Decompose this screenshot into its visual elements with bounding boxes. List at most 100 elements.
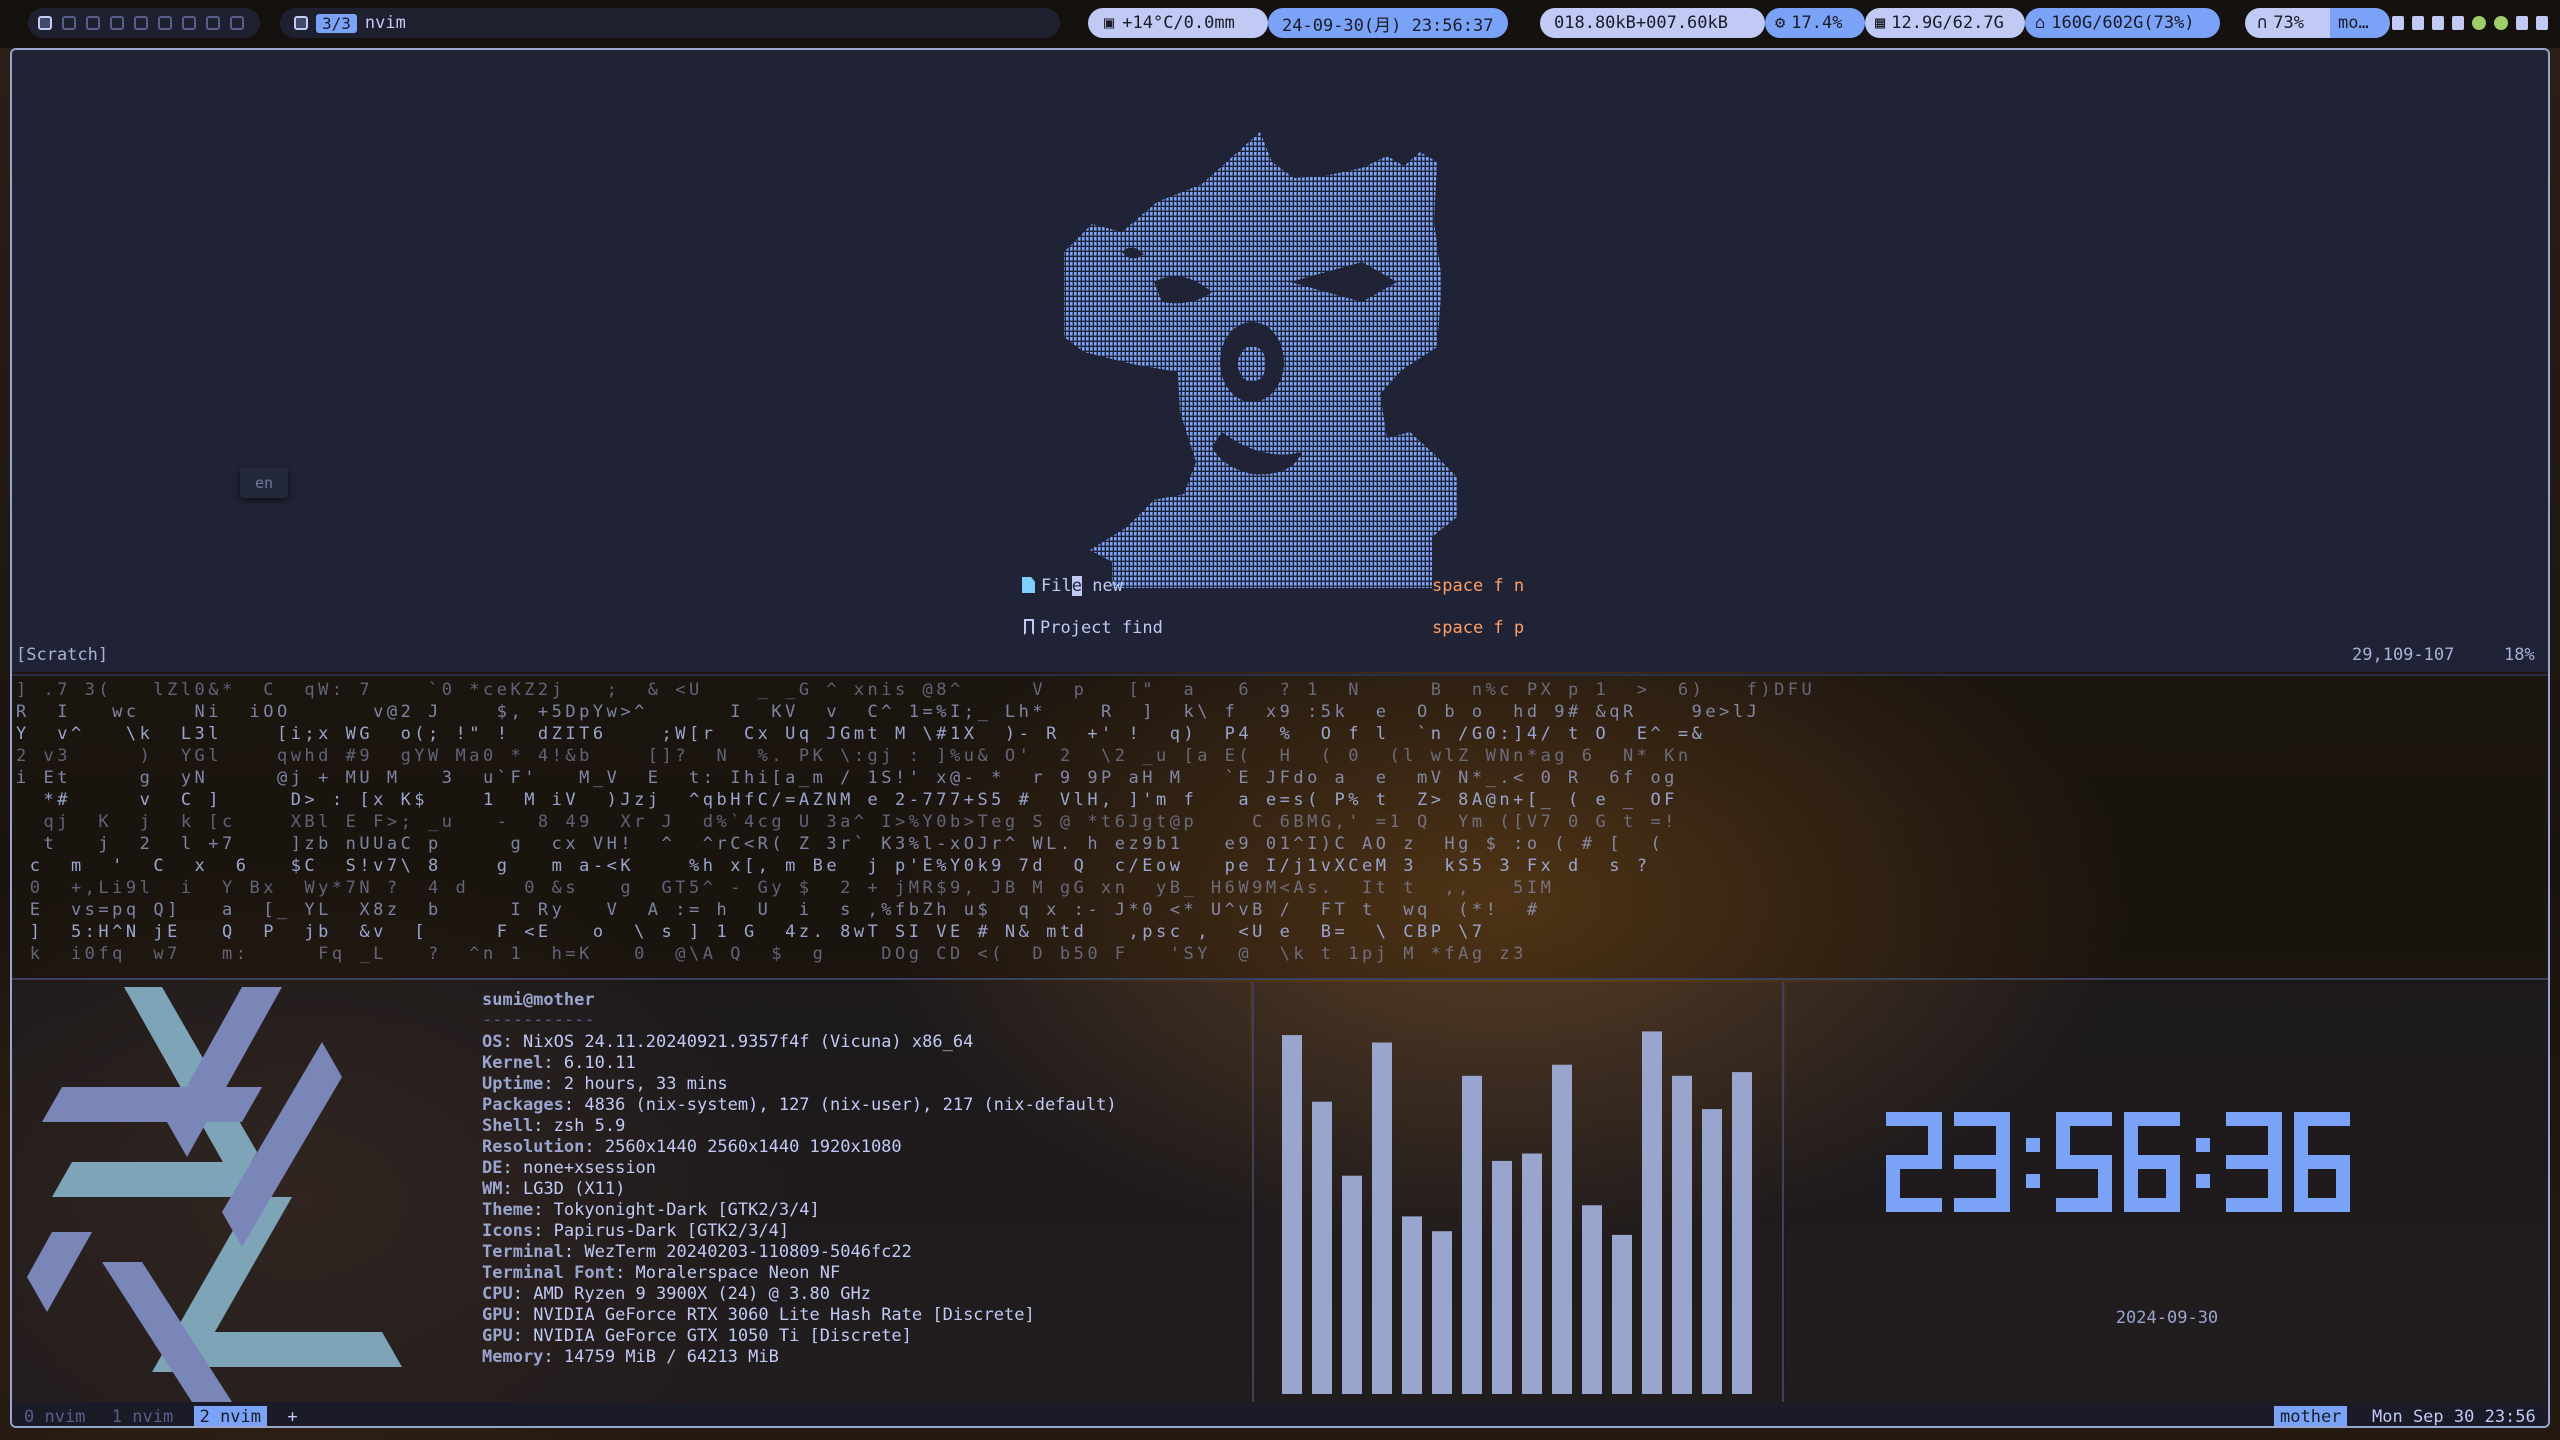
- disk-widget[interactable]: ⌂ 160G/602G(73%): [2025, 8, 2220, 38]
- top-status-bar: 3/3 nvim ▣ +14°C/0.0mm 24-09-30(月) 23:56…: [0, 0, 2560, 48]
- input-method-indicator: en: [240, 468, 288, 498]
- clock-colon: [2196, 1138, 2210, 1152]
- fetch-info-line: OS: NixOS 24.11.20240921.9357f4f (Vicuna…: [482, 1032, 974, 1052]
- workspace-icon[interactable]: [110, 16, 124, 30]
- memory-widget[interactable]: ▦ 12.9G/62.7G: [1865, 8, 2025, 38]
- audio-visualizer-pane[interactable]: [1252, 982, 1784, 1402]
- workspace-icon[interactable]: [182, 16, 196, 30]
- battery-icon[interactable]: [2392, 16, 2404, 30]
- clock-segment: [2226, 1198, 2282, 1212]
- visualizer-bar: [1732, 1072, 1752, 1394]
- weather-widget[interactable]: ▣ +14°C/0.0mm: [1088, 8, 1268, 38]
- fetch-key: Terminal: [482, 1242, 564, 1262]
- fetch-key: WM: [482, 1179, 503, 1199]
- date-widget[interactable]: 24-09-30(月) 23:56:37: [1268, 8, 1508, 38]
- fetch-value: WezTerm 20240203-110809-5046fc22: [584, 1242, 912, 1262]
- weather-icon: ▣: [1104, 13, 1115, 33]
- fetch-value: 2560x1440 2560x1440 1920x1080: [604, 1137, 902, 1157]
- fetch-info-line: Theme: Tokyonight-Dark [GTK2/3/4]: [482, 1200, 820, 1220]
- fetch-info-line: Terminal Font: Moralerspace Neon NF: [482, 1263, 841, 1283]
- workspace-icon[interactable]: [158, 16, 172, 30]
- clock-date: 2024-09-30: [2115, 1308, 2219, 1328]
- layout-icon: [294, 16, 308, 30]
- matrix-row: *# v C ] D> : [x K$ 1 M iV )Jzj ^qbHfC/=…: [16, 790, 1678, 810]
- tmux-new-window[interactable]: +: [281, 1406, 303, 1426]
- clock-segment: [2268, 1112, 2282, 1162]
- workspace-icon[interactable]: [38, 16, 52, 30]
- status-icon[interactable]: [2494, 16, 2508, 30]
- fetch-key: DE: [482, 1158, 503, 1178]
- fetch-info-line: GPU: NVIDIA GeForce GTX 1050 Ti [Discret…: [482, 1326, 912, 1346]
- status-icon[interactable]: [2472, 16, 2486, 30]
- clock-segment: [2124, 1112, 2138, 1162]
- display-icon[interactable]: [2412, 16, 2424, 30]
- fetch-key: Icons: [482, 1221, 534, 1241]
- bluetooth-icon[interactable]: [2432, 16, 2444, 30]
- tmux-window-tab[interactable]: 1 nvim: [106, 1406, 179, 1426]
- fetch-value: NVIDIA GeForce GTX 1050 Ti [Discrete]: [533, 1326, 912, 1346]
- fetch-info-line: Packages: 4836 (nix-system), 127 (nix-us…: [482, 1095, 1117, 1115]
- clock-segment: [1928, 1112, 1942, 1162]
- clock-pane[interactable]: 2024-09-30: [1786, 982, 2548, 1402]
- clock-time: [1886, 1112, 2350, 1212]
- fetch-key: OS: [482, 1032, 503, 1052]
- window-title-pill[interactable]: 3/3 nvim: [280, 8, 1060, 38]
- fetch-value: 4836 (nix-system), 127 (nix-user), 217 (…: [584, 1095, 1117, 1115]
- fetch-key: Memory: [482, 1347, 544, 1367]
- fetch-value: Moralerspace Neon NF: [635, 1263, 841, 1283]
- ascii-art-logo: [1064, 132, 1457, 588]
- tmux-window-tab[interactable]: 2 nvim: [193, 1406, 268, 1426]
- bookmark-icon: [1024, 619, 1034, 635]
- separator: -----------: [482, 1010, 595, 1030]
- nvim-pane[interactable]: File new space f n Project find space f …: [12, 50, 2548, 672]
- dashboard-item-project-find[interactable]: Project find: [1024, 618, 1163, 638]
- dashboard-item-file-new[interactable]: File new: [1022, 576, 1123, 596]
- visualizer-bar: [1552, 1064, 1572, 1394]
- workspace-icon[interactable]: [62, 16, 76, 30]
- fetch-value: 6.10.11: [563, 1053, 636, 1073]
- matrix-row: Y v^ \k L3l [i;x WG o(; !" ! dZIT6 ;W[r …: [16, 724, 1706, 744]
- fetch-value: 14759 MiB / 64213 MiB: [563, 1347, 779, 1367]
- visualizer-bar: [1582, 1205, 1602, 1394]
- network-widget[interactable]: 018.80kB+007.60kB: [1540, 8, 1765, 38]
- fetch-info-line: WM: LG3D (X11): [482, 1179, 626, 1199]
- visualizer-bar: [1672, 1075, 1692, 1394]
- fetch-key: Resolution: [482, 1137, 585, 1157]
- fetch-key: Terminal Font: [482, 1263, 616, 1283]
- workspace-icon[interactable]: [206, 16, 220, 30]
- cpu-widget[interactable]: ⚙ 17.4%: [1765, 8, 1865, 38]
- visualizer-bar: [1342, 1175, 1362, 1394]
- clock-digits: [1886, 1112, 2350, 1212]
- power-icon[interactable]: [2536, 16, 2548, 30]
- matrix-row: t j 2 l +7 ]zb nUUaC p g cx VH! ^ ^rC<R(…: [16, 834, 1665, 854]
- workspace-switcher[interactable]: [28, 8, 260, 38]
- clock-segment: [2056, 1112, 2070, 1162]
- visualizer-bar: [1462, 1075, 1482, 1394]
- fetch-info-line: Terminal: WezTerm 20240203-110809-5046fc…: [482, 1242, 912, 1262]
- dashboard-key-project-find: space f p: [1432, 618, 1525, 638]
- focused-title: mo…: [2338, 13, 2369, 33]
- workspace-icon[interactable]: [134, 16, 148, 30]
- terminal-window[interactable]: File new space f n Project find space f …: [10, 48, 2550, 1428]
- clock-segment: [1954, 1198, 2010, 1212]
- matrix-rain-pane[interactable]: ] .7 3( lZl0&* C qW: 7 `0 *ceKZ2j ; & <U…: [12, 674, 2548, 980]
- workspace-icon[interactable]: [86, 16, 100, 30]
- network-icon[interactable]: [2452, 16, 2464, 30]
- workspace-icon[interactable]: [230, 16, 244, 30]
- fetch-pane[interactable]: sumi@mother ----------- OS: NixOS 24.11.…: [12, 982, 1250, 1402]
- headphones-icon: ∩: [2257, 13, 2268, 33]
- fetch-value: zsh 5.9: [553, 1116, 626, 1136]
- keyboard-icon[interactable]: [2516, 16, 2528, 30]
- fetch-key: Shell: [482, 1116, 534, 1136]
- tmux-statusbar: 0 nvim 1 nvim 2 nvim + mother Mon Sep 30 23…: [12, 1402, 2548, 1426]
- matrix-row: qj K j k [c XBl E F>; _u - 8 49 Xr J d%`…: [16, 812, 1678, 832]
- fetch-info-line: Uptime: 2 hours, 33 mins: [482, 1074, 728, 1094]
- focused-title-pill[interactable]: mo…: [2330, 8, 2390, 38]
- tmux-window-tab[interactable]: 0 nvim: [18, 1406, 91, 1426]
- fetch-info-line: Shell: zsh 5.9: [482, 1116, 626, 1136]
- nixos-logo: [27, 987, 402, 1402]
- clock-segment: [1996, 1112, 2010, 1162]
- fetch-key: GPU: [482, 1326, 513, 1346]
- cursor-position: 29,109-107: [2352, 645, 2455, 665]
- fetch-value: NVIDIA GeForce RTX 3060 Lite Hash Rate […: [533, 1305, 1035, 1325]
